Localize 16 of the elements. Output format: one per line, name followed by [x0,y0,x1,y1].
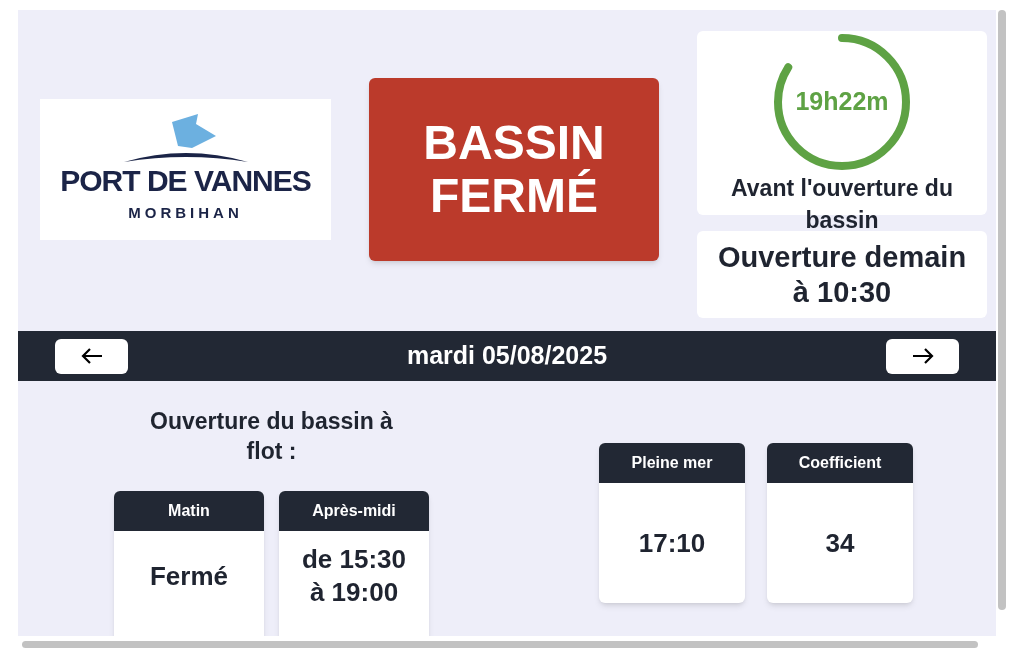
countdown-label: Avant l'ouverture du bassin [730,174,954,236]
slot-value: Fermé [148,559,229,593]
tide-value: 17:10 [638,526,706,560]
logo-subtext: MORBIHAN [128,203,243,224]
countdown-time: 19h22m [795,86,889,118]
logo-text: PORT DE VANNES [60,166,311,197]
date: mardi 05/08/2025 [406,340,608,372]
tide-label: Pleine mer [631,453,713,473]
status-banner: BASSIN FERMÉ [369,78,659,261]
tide-label: Coefficient [798,453,882,473]
next-opening: Ouverture demain à 10:30 [717,239,967,310]
schedule-title: Ouverture du bassin à flot : [149,407,394,466]
slot-value: de 15:30 à 19:00 [300,543,408,609]
slot-label: Après-midi [312,500,396,521]
slot-label: Matin [168,500,210,521]
tide-value: 34 [825,526,855,560]
